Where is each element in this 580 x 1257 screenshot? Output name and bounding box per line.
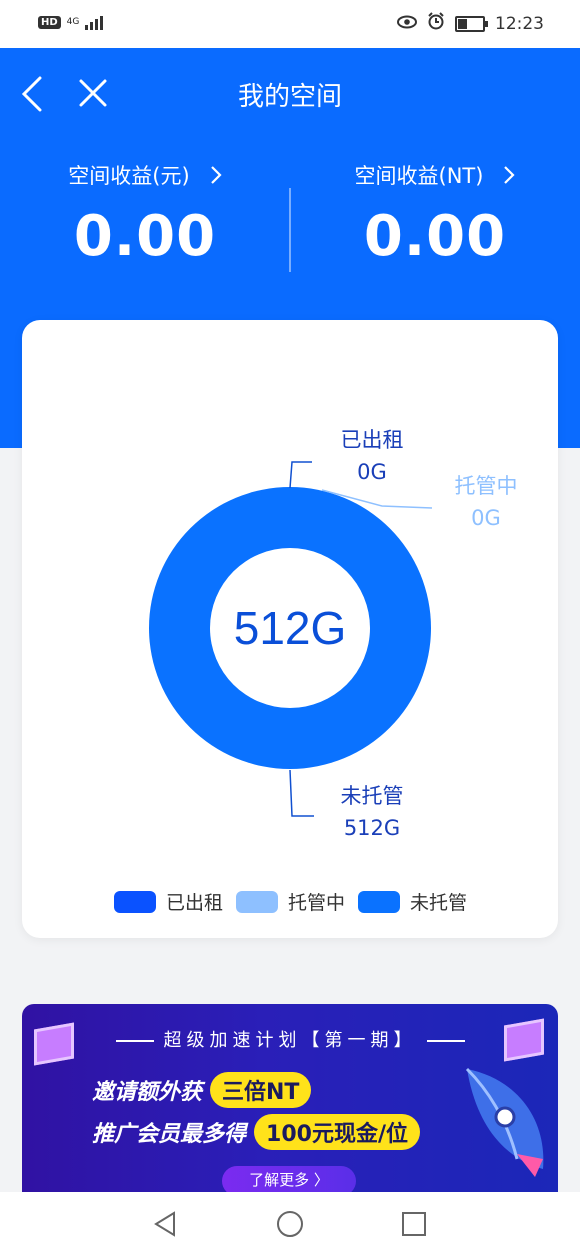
- stat-earnings-yuan[interactable]: 空间收益(元) 0.00: [0, 160, 290, 269]
- slice-name: 托管中: [454, 474, 518, 498]
- square-recent-icon[interactable]: [400, 1210, 428, 1238]
- legend-item-unhosted[interactable]: 未托管: [358, 888, 467, 915]
- slice-value: 0G: [357, 460, 387, 484]
- highlight-pill: 三倍NT: [210, 1072, 312, 1108]
- slice-name: 已出租: [340, 428, 404, 452]
- chevron-right-icon: [504, 166, 516, 184]
- eye-icon: [397, 14, 417, 34]
- legend-label: 托管中: [288, 892, 346, 914]
- legend-swatch: [236, 890, 278, 913]
- legend-swatch: [114, 890, 156, 913]
- slice-label-hosting: 托管中 0G: [436, 470, 536, 534]
- center-label: 512G: [234, 602, 347, 654]
- status-left: HD 4G: [38, 14, 104, 30]
- alarm-icon: [427, 12, 445, 35]
- triangle-back-icon[interactable]: [152, 1210, 180, 1238]
- banner-line-invite: 邀请额外获 三倍NT: [92, 1072, 312, 1108]
- slice-value: 512G: [343, 816, 401, 840]
- donut-chart: 512G: [149, 461, 433, 817]
- slice-label-unhosted: 未托管 512G: [322, 780, 422, 844]
- status-right: 12:23: [397, 12, 544, 35]
- banner-line-promote: 推广会员最多得 100元现金/位: [92, 1114, 420, 1150]
- signal-icon: [85, 14, 104, 30]
- stat-label: 空间收益(元): [68, 164, 190, 188]
- slice-label-rented: 已出租 0G: [322, 424, 422, 488]
- legend-label: 已出租: [166, 892, 224, 914]
- stat-label: 空间收益(NT): [354, 164, 484, 188]
- rocket-icon: [465, 1067, 544, 1177]
- hd-badge: HD: [38, 15, 61, 29]
- banner-title: 超级加速计划【第一期】: [22, 1026, 558, 1052]
- learn-more-button[interactable]: 了解更多 〉: [222, 1166, 356, 1192]
- legend-label: 未托管: [410, 892, 468, 914]
- leader-line-unhosted: [289, 769, 314, 817]
- page-title: 我的空间: [237, 82, 342, 112]
- clock-time: 12:23: [495, 13, 544, 34]
- leader-line-rented: [289, 461, 312, 489]
- chevron-right-icon: [210, 166, 222, 184]
- highlight-pill: 100元现金/位: [254, 1114, 420, 1150]
- circle-home-icon[interactable]: [276, 1210, 304, 1238]
- slice-value: 0G: [471, 506, 501, 530]
- stat-value: 0.00: [363, 204, 507, 269]
- status-bar: HD 4G 12:23: [0, 0, 580, 48]
- network-type: 4G: [66, 16, 80, 27]
- legend-item-hosting[interactable]: 托管中: [236, 888, 345, 915]
- promo-banner[interactable]: 超级加速计划【第一期】 邀请额外获 三倍NT 推广会员最多得 100元现金/位 …: [22, 1004, 558, 1192]
- legend-item-rented[interactable]: 已出租: [114, 888, 223, 915]
- slice-name: 未托管: [340, 784, 404, 808]
- system-nav-bar: [0, 1192, 580, 1257]
- space-chart-card: 512G 已出租 0G 托管中 0G 未托管 512G 已出租 托管中 未托管: [22, 320, 558, 938]
- legend-swatch: [358, 890, 400, 913]
- battery-icon: [455, 15, 488, 32]
- stat-earnings-nt[interactable]: 空间收益(NT) 0.00: [290, 160, 580, 269]
- stat-value: 0.00: [73, 204, 217, 269]
